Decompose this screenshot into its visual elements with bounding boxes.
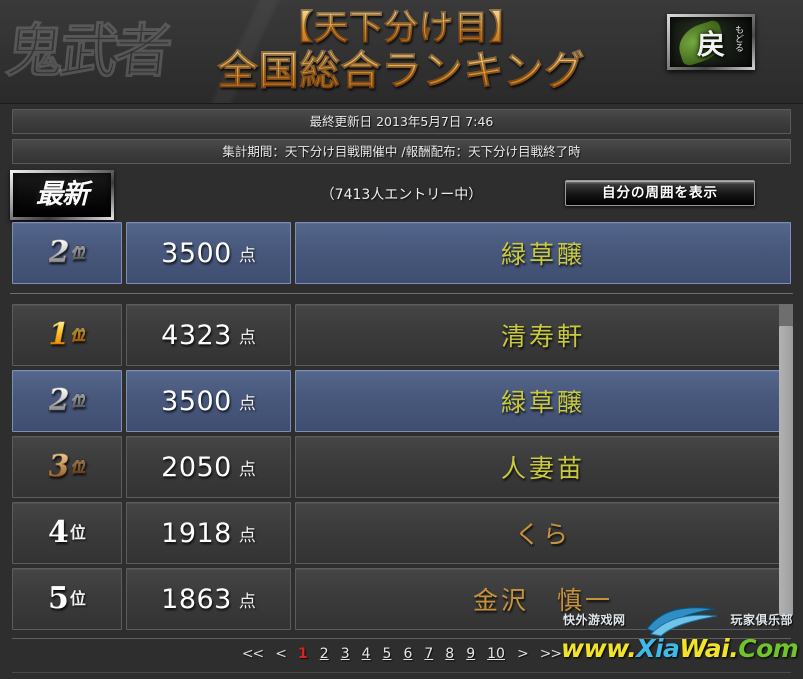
- rank-suffix: 位: [69, 523, 86, 542]
- scrollbar-thumb-shadow[interactable]: [779, 304, 793, 326]
- player-name: 人妻苗: [500, 454, 585, 483]
- rank-number: 3: [48, 449, 70, 484]
- latest-badge-button[interactable]: 最新: [10, 170, 114, 220]
- score-unit: 点: [238, 591, 256, 612]
- player-name: くら: [514, 520, 571, 549]
- rank-suffix: 位: [69, 589, 86, 608]
- name-cell: 金沢 慎一: [295, 568, 791, 630]
- ranking-screen: 鬼武者 【天下分け目】 全国総合ランキング 戻 もどる 最終更新日 2013年5…: [0, 0, 803, 679]
- name-cell: くら: [295, 502, 791, 564]
- pagination-rule-top: [12, 638, 791, 639]
- pagination-page-7[interactable]: 7: [424, 646, 433, 662]
- last-update-bar: 最終更新日 2013年5月7日 7:46: [12, 109, 791, 134]
- score-cell: 2050 点: [126, 436, 291, 498]
- rank-cell: 5位: [12, 568, 122, 630]
- score-cell: 3500 点: [126, 370, 291, 432]
- my-rank-number: 2: [48, 235, 70, 270]
- score-unit: 点: [238, 525, 256, 546]
- player-name: 緑草醸: [500, 388, 585, 417]
- pagination-page-3[interactable]: 3: [341, 646, 350, 662]
- player-name: 金沢 慎一: [472, 586, 613, 615]
- table-row[interactable]: 5 位 1863 点 金沢 慎一: [12, 568, 791, 630]
- rank-suffix: 位: [70, 391, 86, 410]
- name-cell: 人妻苗: [295, 436, 791, 498]
- score-value: 1918: [161, 517, 232, 549]
- show-around-me-label: 自分の周囲を表示: [602, 185, 718, 201]
- name-cell: 清寿軒: [295, 304, 791, 366]
- toolbar: 最新 （7413人エントリー中） 自分の周囲を表示: [0, 168, 803, 222]
- my-score-cell: 3500 点: [126, 222, 291, 284]
- rank-suffix: 位: [70, 457, 86, 476]
- table-row[interactable]: 3 位 2050 点 人妻苗: [12, 436, 791, 498]
- pagination-rule-bottom: [12, 672, 791, 673]
- rank-suffix: 位: [70, 325, 86, 344]
- pagination-page-6[interactable]: 6: [403, 646, 412, 662]
- pagination-page-8[interactable]: 8: [445, 646, 454, 662]
- score-unit: 点: [238, 327, 256, 348]
- player-name: 清寿軒: [500, 322, 585, 351]
- back-button[interactable]: 戻 もどる: [667, 14, 755, 70]
- score-value: 3500: [161, 385, 232, 417]
- rank-cell: 1位: [12, 304, 122, 366]
- onimusha-ghost-watermark: 鬼武者: [2, 17, 172, 86]
- scrollbar-thumb[interactable]: [779, 326, 793, 616]
- my-score-unit: 点: [238, 245, 256, 266]
- my-rank-row[interactable]: 2 位 3500 点 緑草醸: [12, 222, 791, 284]
- list-divider: [10, 293, 793, 294]
- pagination-page-2[interactable]: 2: [320, 646, 329, 662]
- pagination-last[interactable]: >>: [540, 646, 562, 662]
- pagination-prev[interactable]: <: [275, 646, 287, 662]
- ranking-list: 1 位 4323 点清寿軒 2 位 3500 点緑草醸 3 位 2050 点人妻苗 4 位 1918 点くら 5…: [12, 304, 793, 630]
- latest-badge-label: 最新: [36, 179, 89, 210]
- header-diagonal-streak: [120, 0, 380, 103]
- rank-number: 4: [48, 515, 69, 550]
- pagination-first[interactable]: <<: [242, 646, 264, 662]
- score-value: 1863: [161, 583, 232, 615]
- score-cell: 1918 点: [126, 502, 291, 564]
- rank-number: 1: [48, 317, 70, 352]
- rank-cell: 3位: [12, 436, 122, 498]
- pagination-page-9[interactable]: 9: [466, 646, 475, 662]
- my-rank-area: 2 位 3500 点 緑草醸: [12, 222, 791, 284]
- my-rank-suffix: 位: [70, 243, 86, 262]
- my-score-value: 3500: [161, 237, 232, 269]
- rank-number: 5: [48, 581, 69, 616]
- pagination-page-5[interactable]: 5: [383, 646, 392, 662]
- my-name-cell: 緑草醸: [295, 222, 791, 284]
- my-player-name: 緑草醸: [500, 240, 585, 269]
- rank-number: 2: [48, 383, 70, 418]
- score-cell: 1863 点: [126, 568, 291, 630]
- my-rank-cell: 2 位: [12, 222, 122, 284]
- table-row[interactable]: 4 位 1918 点 くら: [12, 502, 791, 564]
- period-bar: 集計期間：天下分け目戦開催中 /報酬配布：天下分け目戦終了時: [12, 139, 791, 164]
- rank-cell: 4位: [12, 502, 122, 564]
- pagination-page-4[interactable]: 4: [362, 646, 371, 662]
- table-row[interactable]: 2 位 3500 点 緑草醸: [12, 370, 791, 432]
- score-value: 4323: [161, 319, 232, 351]
- table-row[interactable]: 1 位 4323 点 清寿軒: [12, 304, 791, 366]
- pagination-page-1[interactable]: 1: [298, 646, 308, 662]
- pagination: << <1 2 3 4 5 6 7 8 9 10 > >>: [0, 643, 803, 665]
- pagination-page-10[interactable]: 10: [487, 646, 505, 662]
- score-unit: 点: [238, 393, 256, 414]
- show-around-me-button[interactable]: 自分の周囲を表示: [565, 180, 755, 206]
- rank-cell: 2位: [12, 370, 122, 432]
- back-button-sublabel: もどる: [733, 25, 743, 52]
- score-cell: 4323 点: [126, 304, 291, 366]
- name-cell: 緑草醸: [295, 370, 791, 432]
- score-value: 2050: [161, 451, 232, 483]
- page-header: 鬼武者 【天下分け目】 全国総合ランキング 戻 もどる: [0, 0, 803, 104]
- score-unit: 点: [238, 459, 256, 480]
- pagination-next[interactable]: >: [517, 646, 529, 662]
